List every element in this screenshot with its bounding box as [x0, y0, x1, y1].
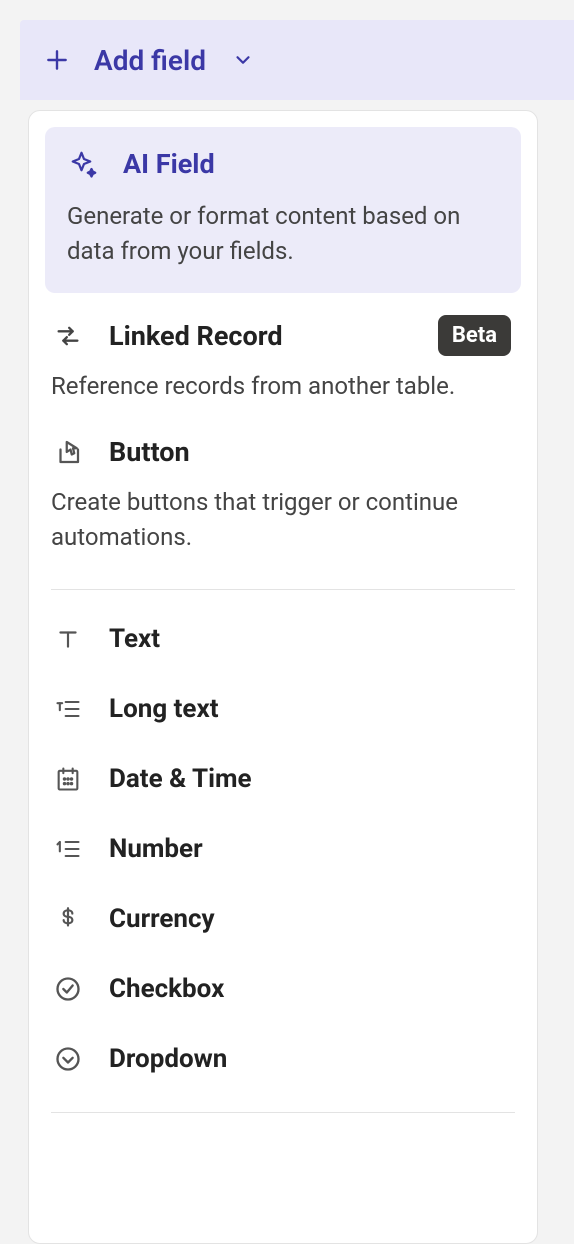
- currency-icon: [51, 902, 85, 936]
- option-linked-record[interactable]: Linked Record Beta Reference records fro…: [45, 303, 521, 420]
- option-button[interactable]: Button Create buttons that trigger or co…: [45, 419, 521, 571]
- field-type-number[interactable]: Number: [51, 814, 515, 884]
- field-type-checkbox[interactable]: Checkbox: [51, 954, 515, 1024]
- plus-icon: [40, 43, 74, 77]
- field-type-label: Currency: [109, 904, 215, 934]
- add-field-button[interactable]: Add field: [20, 20, 574, 100]
- field-type-dropdown[interactable]: Dropdown: [51, 1024, 515, 1094]
- dropdown-icon: [51, 1042, 85, 1076]
- option-title: Button: [109, 436, 190, 468]
- text-icon: [51, 622, 85, 656]
- field-type-label: Number: [109, 834, 203, 864]
- beta-badge: Beta: [438, 315, 511, 356]
- add-field-dropdown: AI Field Generate or format content base…: [28, 110, 538, 1244]
- long-text-icon: [51, 692, 85, 726]
- option-title: AI Field: [123, 148, 215, 180]
- divider: [51, 589, 515, 590]
- field-type-currency[interactable]: Currency: [51, 884, 515, 954]
- checkbox-icon: [51, 972, 85, 1006]
- field-type-date-time[interactable]: Date & Time: [51, 744, 515, 814]
- chevron-down-icon: [226, 43, 260, 77]
- field-type-list: Text Long text: [45, 604, 521, 1094]
- calendar-icon: [51, 762, 85, 796]
- option-title: Linked Record: [109, 320, 283, 352]
- field-type-label: Text: [109, 624, 160, 654]
- divider: [51, 1112, 515, 1113]
- number-icon: [51, 832, 85, 866]
- button-icon: [51, 435, 85, 469]
- option-description: Reference records from another table.: [51, 369, 515, 404]
- field-type-label: Long text: [109, 694, 219, 724]
- option-description: Generate or format content based on data…: [67, 199, 499, 269]
- field-type-label: Checkbox: [109, 974, 224, 1004]
- field-type-text[interactable]: Text: [51, 604, 515, 674]
- add-field-label: Add field: [94, 44, 206, 77]
- sparkle-icon: [67, 147, 101, 181]
- field-type-long-text[interactable]: Long text: [51, 674, 515, 744]
- option-ai-field[interactable]: AI Field Generate or format content base…: [45, 127, 521, 293]
- field-type-label: Dropdown: [109, 1044, 227, 1074]
- option-description: Create buttons that trigger or continue …: [51, 485, 515, 555]
- linked-record-icon: [51, 319, 85, 353]
- field-type-label: Date & Time: [109, 764, 252, 794]
